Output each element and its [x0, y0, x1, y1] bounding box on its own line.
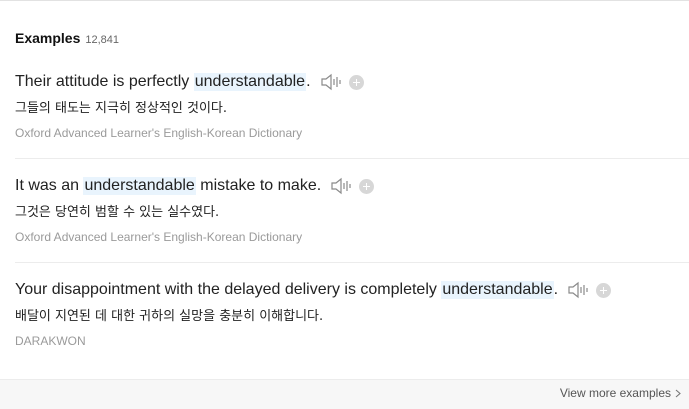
highlighted-word[interactable]: understandable [441, 281, 554, 299]
example-sentence: It was an understandable mistake to make… [15, 177, 689, 195]
example-sentence: Their attitude is perfectly understandab… [15, 73, 689, 91]
chevron-right-icon [675, 389, 681, 397]
example-divider [15, 158, 689, 159]
example-source: Oxford Advanced Learner's English-Korean… [15, 126, 303, 140]
examples-count: 12,841 [85, 34, 120, 46]
sentence-text: Your disappointment with the delayed del… [15, 281, 442, 298]
sentence-text: mistake to make. [195, 177, 322, 194]
sentence-text: . [306, 73, 311, 90]
example-translation: 그것은 당연히 범할 수 있는 실수였다. [15, 205, 220, 220]
sentence-text: . [553, 281, 559, 298]
examples-footer: View more examples [0, 379, 689, 409]
example-translation: 배달이 지연된 데 대한 귀하의 실망을 충분히 이해합니다. [15, 309, 324, 324]
sentence-text: Their attitude is perfectly [15, 73, 194, 90]
top-divider [0, 0, 689, 1]
example-divider [15, 262, 689, 263]
speaker-icon[interactable] [567, 281, 591, 299]
example-source: Oxford Advanced Learner's English-Korean… [15, 230, 303, 244]
speaker-icon[interactable] [330, 177, 354, 195]
highlighted-word[interactable]: understandable [83, 177, 196, 195]
example-item: Their attitude is perfectly understandab… [15, 73, 689, 140]
view-more-examples-link[interactable]: View more examples [560, 386, 681, 400]
highlighted-word[interactable]: understandable [193, 73, 307, 91]
footer-divider [0, 379, 689, 380]
add-to-wordbook-icon[interactable] [359, 178, 375, 194]
examples-header: Examples 12,841 [15, 30, 119, 46]
view-more-label[interactable]: View more examples [560, 386, 671, 400]
example-item: It was an understandable mistake to make… [15, 177, 689, 244]
add-to-wordbook-icon[interactable] [348, 74, 364, 90]
examples-title: Examples [15, 30, 81, 46]
example-sentence: Your disappointment with the delayed del… [15, 281, 689, 299]
example-source: DARAKWON [15, 334, 86, 348]
speaker-icon[interactable] [320, 73, 344, 91]
example-item: Your disappointment with the delayed del… [15, 281, 689, 348]
add-to-wordbook-icon[interactable] [596, 282, 612, 298]
sentence-text: It was an [15, 177, 84, 194]
example-translation: 그들의 태도는 지극히 정상적인 것이다. [15, 101, 228, 116]
